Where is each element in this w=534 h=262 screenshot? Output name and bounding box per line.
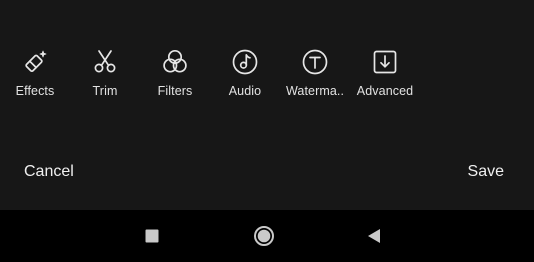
system-navigation-bar bbox=[0, 210, 534, 262]
tool-filters-label: Filters bbox=[157, 84, 193, 98]
music-note-icon bbox=[231, 48, 259, 76]
cancel-button[interactable]: Cancel bbox=[24, 163, 74, 181]
save-button[interactable]: Save bbox=[468, 163, 504, 181]
tool-watermark[interactable]: Waterma.. bbox=[280, 48, 350, 98]
tool-advanced[interactable]: Advanced bbox=[350, 48, 420, 98]
magic-eraser-icon bbox=[21, 48, 49, 76]
tool-advanced-label: Advanced bbox=[356, 84, 414, 98]
action-bar: Cancel Save bbox=[0, 163, 534, 187]
scissors-icon bbox=[91, 48, 119, 76]
tool-audio-label: Audio bbox=[228, 84, 262, 98]
tool-effects[interactable]: Effects bbox=[0, 48, 70, 98]
edit-toolbar: Effects Trim Filters Audio Waterma.. Adv… bbox=[0, 48, 534, 108]
editor-screen: Effects Trim Filters Audio Waterma.. Adv… bbox=[0, 0, 534, 262]
tool-trim[interactable]: Trim bbox=[70, 48, 140, 98]
tool-filters[interactable]: Filters bbox=[140, 48, 210, 98]
tool-audio[interactable]: Audio bbox=[210, 48, 280, 98]
triangle-back-icon bbox=[367, 228, 381, 244]
tool-watermark-label: Waterma.. bbox=[285, 84, 345, 98]
tool-trim-label: Trim bbox=[92, 84, 118, 98]
circle-home-icon bbox=[253, 225, 275, 247]
tool-effects-label: Effects bbox=[15, 84, 55, 98]
recents-button[interactable] bbox=[140, 224, 164, 248]
text-t-icon bbox=[301, 48, 329, 76]
download-box-icon bbox=[371, 48, 399, 76]
home-button[interactable] bbox=[252, 224, 276, 248]
back-button[interactable] bbox=[362, 224, 386, 248]
square-icon bbox=[145, 229, 159, 243]
filters-circles-icon bbox=[161, 48, 189, 76]
